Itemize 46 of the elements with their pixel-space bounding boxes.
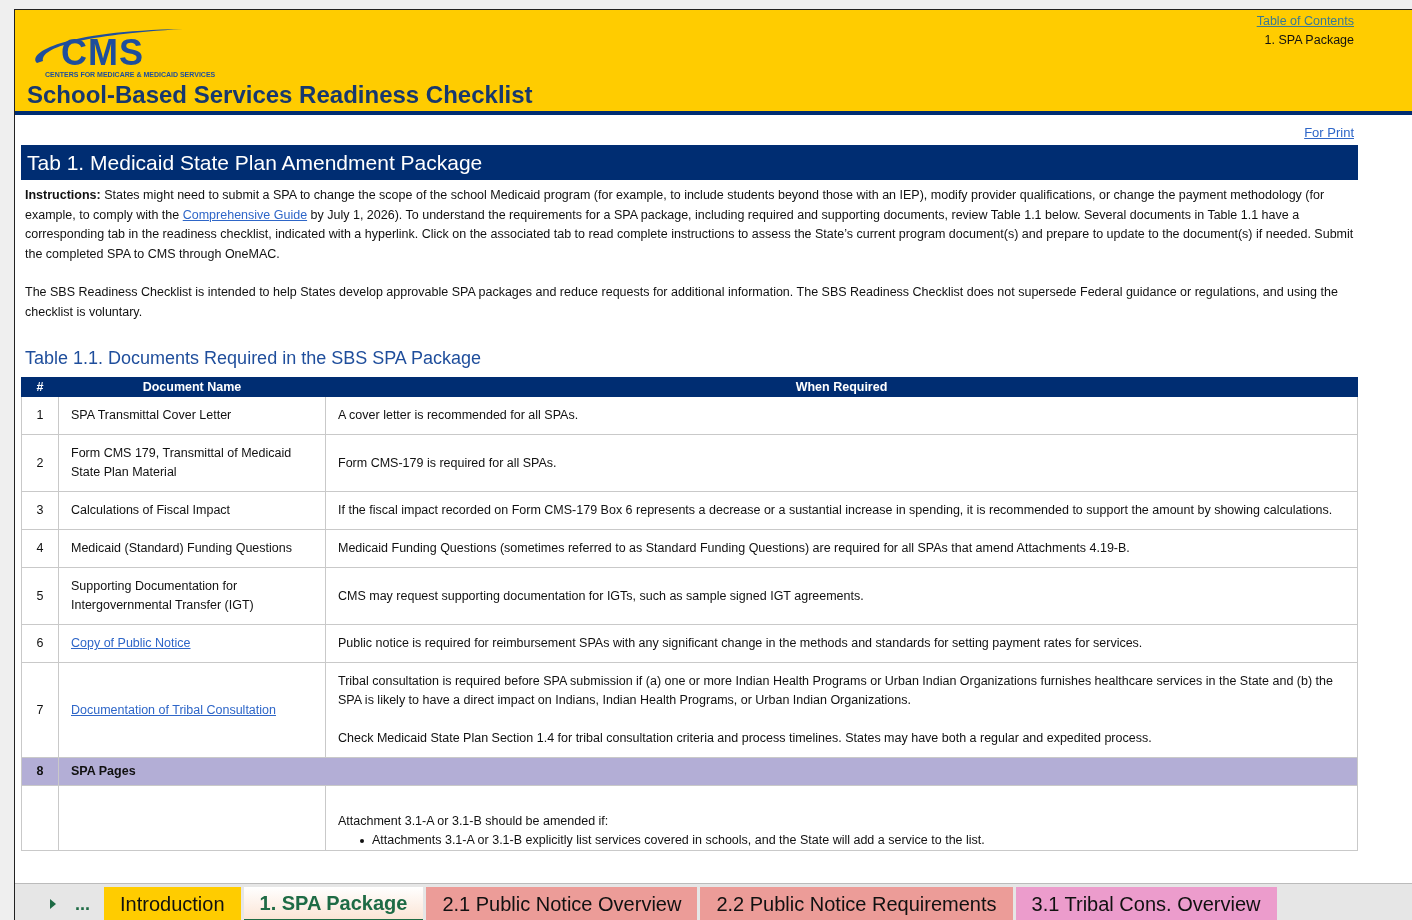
document-link[interactable]: Documentation of Tribal Consultation xyxy=(58,662,326,758)
column-header: # xyxy=(21,377,59,397)
column-header: When Required xyxy=(325,377,1358,397)
table-cell: 8 xyxy=(21,757,59,786)
sheet-tab[interactable]: 1. SPA Package xyxy=(243,887,424,920)
requirement-text: CMS may request supporting documentation for IGTs, such as sample signed IGT agreements. xyxy=(338,587,865,605)
table-cell: 2 xyxy=(21,434,59,492)
table-title: Table 1.1. Documents Required in the SBS SPA Package xyxy=(25,348,482,369)
requirement-text: Tribal consultation is required before SPA submission if (a) one or more Indian Health Programs or Urban Indian Organizations furnishes healthcare services in the State and (b) the SPA is likely to have a direct impact on Indians, Indian Health Programs, or Urban Indian Organizations. xyxy=(338,673,1334,709)
table-cell: 6 xyxy=(21,624,59,663)
requirement-text: Medicaid Funding Questions (sometimes referred to as Standard Funding Questions) are required for all SPAs that amend Attachments 4.19-B. xyxy=(338,540,1131,557)
comprehensive-guide-link[interactable]: Comprehensive Guide xyxy=(182,207,308,222)
requirement-text: If the fiscal impact recorded on Form CMS-179 Box 6 represents a decrease or a sustantial increase in spending, it is recommended to support the amount by showing calculations. xyxy=(338,502,1334,519)
table-cell: SPA Transmittal Cover Letter xyxy=(58,396,326,435)
requirement-text: Form CMS-179 is required for all SPAs. xyxy=(338,454,558,472)
table-of-contents-link[interactable]: Table of Contents xyxy=(1256,14,1354,28)
checklist-title: School-Based Services Readiness Checklist xyxy=(26,81,533,109)
table-cell: Supporting Documentation for Intergovernmental Transfer (IGT) xyxy=(58,567,326,625)
sheet-tab[interactable]: 3.1 Tribal Cons. Overview xyxy=(1015,887,1277,920)
sheet-tab[interactable]: 2.1 Public Notice Overview xyxy=(426,887,698,920)
requirement-text: Check Medicaid State Plan Section 1.4 for tribal consultation criteria and process timelines. States may have both a regular and expedited process. xyxy=(338,730,1153,747)
column-header: Document Name xyxy=(58,377,326,397)
requirement-text: A cover letter is recommended for all SPAs. xyxy=(338,407,580,424)
section-title: Tab 1. Medicaid State Plan Amendment Package xyxy=(21,145,1358,180)
more-sheets-button[interactable]: ... xyxy=(75,893,90,915)
document-link[interactable]: Copy of Public Notice xyxy=(58,624,326,663)
table-cell: 1 xyxy=(21,396,59,435)
note-text: The SBS Readiness Checklist is intended to help States develop approvable SPA packages and reduce requests for additional information. The SBS Readiness Checklist does not supersede Federal guidance or regulations, and using the checklist is voluntary. xyxy=(25,284,1339,321)
sheet-tab[interactable]: 2.2 Public Notice Requirements xyxy=(700,887,1013,920)
table-cell: 5 xyxy=(21,567,59,625)
sheet-tab[interactable]: Introduction xyxy=(104,887,241,920)
requirement-text: Public notice is required for reimbursement SPAs with any significant change in the methods and standards for setting payment rates for services. xyxy=(338,635,1144,652)
table-cell: 7 xyxy=(21,662,59,758)
instructions-text: Instructions: States might need to submit a SPA to change the scope of the school Medicaid program (for example, to include students beyond those with an IEP), modify provider qualifications, or change the payment methodology (for example, to comply with the Comprehensive Guide by July 1, 2026). To understand the requirements for a SPA package, including required and supporting documents, review Table 1.1 below. Several documents in Table 1.1 have a corresponding tab in the readiness checklist, indicated with a hyperlink. Click on the associated tab to read complete instructions to assess the State’s current program document(s) and prepare to update to the document(s) if needed. Submit the completed SPA to CMS through OneMAC. xyxy=(25,187,1354,263)
table-cell: Form CMS 179, Transmittal of Medicaid State Plan Material xyxy=(58,434,326,492)
table-cell: 3 xyxy=(21,491,59,530)
table-cell: Calculations of Fiscal Impact xyxy=(58,491,326,530)
bullet-text: Attachments 3.1-A or 3.1-B explicitly list services covered in schools, and the State will add a service to the list. xyxy=(372,832,985,849)
for-print-link[interactable]: For Print xyxy=(1304,125,1354,140)
table-cell: Medicaid (Standard) Funding Questions xyxy=(58,529,326,568)
bullet-icon xyxy=(360,838,364,843)
section-row-label: SPA Pages xyxy=(58,757,1358,786)
requirement-text: Attachment 3.1-A or 3.1-B should be amended if: xyxy=(338,813,610,830)
current-section-label: 1. SPA Package xyxy=(1264,33,1354,47)
next-sheet-icon[interactable] xyxy=(49,898,57,910)
table-cell: 4 xyxy=(21,529,59,568)
